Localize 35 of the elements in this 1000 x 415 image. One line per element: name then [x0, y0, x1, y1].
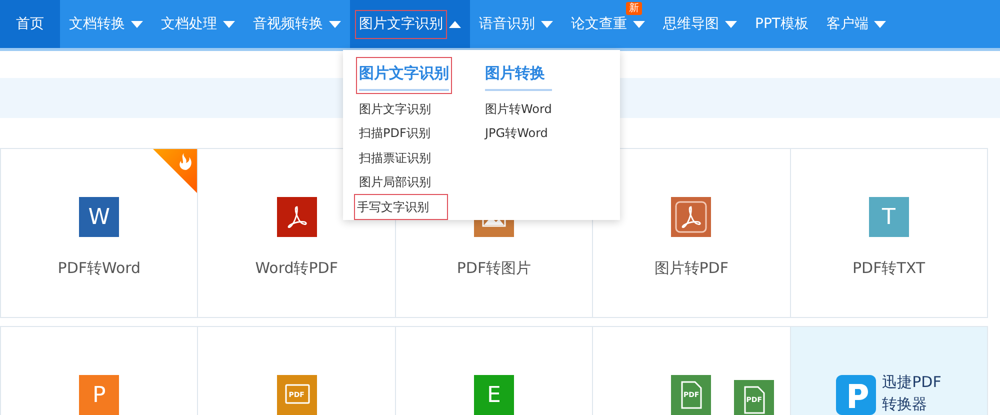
- icon-letter: E: [487, 382, 501, 410]
- menu-heading: 图片文字识别: [359, 60, 449, 90]
- icon-letter: W: [88, 204, 110, 232]
- promo-tile[interactable]: 迅捷PDF 转换器: [790, 327, 988, 415]
- menu-item[interactable]: 图片转Word: [485, 96, 552, 121]
- tile-label: 图片转PDF: [654, 258, 728, 279]
- icon-letter: T: [882, 204, 896, 232]
- document-outline-icon: [681, 381, 702, 409]
- tile-label: Word转PDF: [255, 258, 338, 279]
- nav-item[interactable]: 图片文字识别: [350, 0, 470, 48]
- app-name: 迅捷PDF 转换器: [882, 372, 942, 415]
- tile-label: PDF转图片: [456, 258, 532, 279]
- screen-outline-icon: [284, 384, 310, 404]
- menu-item[interactable]: JPG转Word: [485, 121, 548, 146]
- menu-item[interactable]: 手写文字识别: [355, 194, 447, 219]
- icon-letter: P: [92, 382, 106, 410]
- nav-item[interactable]: 音视频转换: [244, 0, 350, 48]
- nav-item[interactable]: 文档转换: [60, 0, 152, 48]
- menu-item[interactable]: 图片局部识别: [359, 170, 431, 194]
- document-outline-icon: [744, 386, 766, 414]
- app-logo-icon: [836, 375, 876, 415]
- nav-item[interactable]: 文档处理: [152, 0, 244, 48]
- nav-item[interactable]: 首页: [0, 0, 60, 48]
- nav-item[interactable]: 客户端: [817, 0, 896, 48]
- nav-item[interactable]: 论文查重 新: [562, 0, 654, 48]
- nav-item[interactable]: 思维导图: [654, 0, 746, 48]
- nav-item[interactable]: PPT模板: [746, 0, 818, 48]
- menu-heading: 图片转换: [485, 60, 552, 90]
- nav-item[interactable]: 语音识别: [470, 0, 562, 48]
- menu-item[interactable]: 扫描票证识别: [359, 146, 431, 170]
- new-badge: 新: [626, 2, 642, 15]
- menu-item[interactable]: 图片文字识别: [359, 96, 431, 121]
- tile-label: PDF转Word: [58, 258, 141, 279]
- menu-item[interactable]: 扫描PDF识别: [359, 121, 430, 146]
- tile-label: PDF转TXT: [852, 258, 926, 279]
